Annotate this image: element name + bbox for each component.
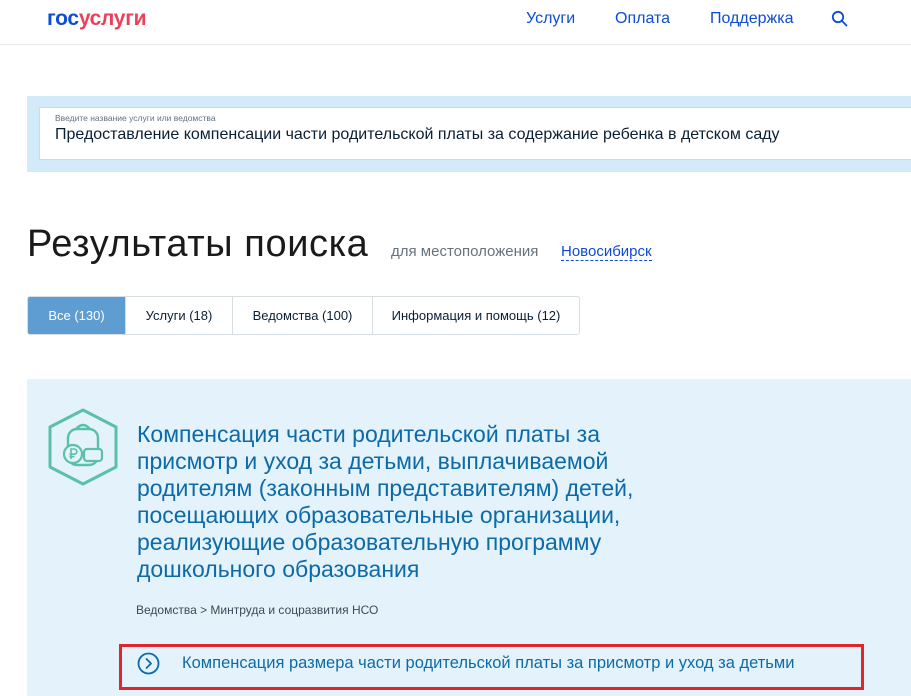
search-input[interactable]: Введите название услуги или ведомства Пр… (39, 107, 911, 160)
nav-payment[interactable]: Оплата (615, 10, 670, 28)
logo-part-uslugi: услуги (78, 7, 147, 30)
header: госуслуги Услуги Оплата Поддержка (0, 0, 911, 45)
nav-support[interactable]: Поддержка (710, 10, 793, 28)
subservice-link[interactable]: Компенсация размера части родительской п… (137, 651, 794, 675)
search-input-label: Введите название услуги или ведомства (55, 113, 216, 123)
search-icon[interactable] (831, 10, 849, 28)
search-input-value[interactable]: Предоставление компенсации части родител… (55, 126, 780, 144)
subservice-label: Компенсация размера части родительской п… (182, 653, 795, 672)
result-title-link[interactable]: Компенсация части родительской платы за … (137, 421, 697, 583)
gosuslugi-logo[interactable]: госуслуги (47, 7, 147, 31)
page-title: Результаты поиска (27, 223, 369, 265)
backpack-ruble-icon (48, 408, 118, 486)
tab-departments[interactable]: Ведомства (100) (233, 297, 373, 334)
tab-info-help[interactable]: Информация и помощь (12) (373, 297, 579, 334)
logo-part-gos: гос (47, 7, 79, 30)
search-section: Введите название услуги или ведомства Пр… (27, 96, 911, 172)
result-tabs: Все (130) Услуги (18) Ведомства (100) Ин… (27, 296, 580, 335)
result-card: Компенсация части родительской платы за … (27, 379, 911, 696)
location-selector[interactable]: Новосибирск (561, 243, 652, 261)
tab-all[interactable]: Все (130) (28, 297, 126, 334)
breadcrumb: Ведомства > Минтруда и соцразвития НСО (136, 603, 379, 617)
chevron-right-circle-icon (137, 652, 160, 674)
location-label: для местоположения (391, 243, 539, 260)
tab-services[interactable]: Услуги (18) (126, 297, 233, 334)
nav-services[interactable]: Услуги (526, 10, 575, 28)
